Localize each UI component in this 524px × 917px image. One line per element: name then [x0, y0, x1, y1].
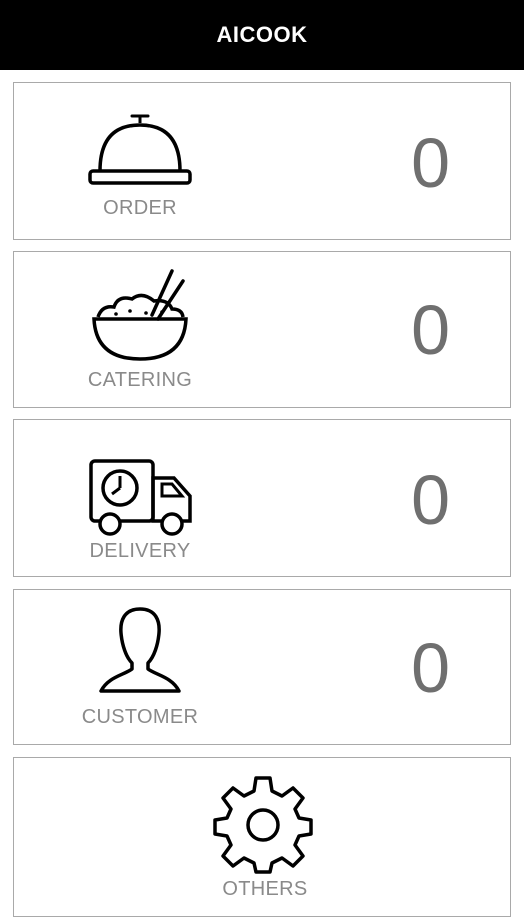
- customer-count: 0: [411, 629, 450, 707]
- order-label: ORDER: [103, 197, 177, 219]
- delivery-count: 0: [411, 461, 450, 539]
- delivery-card[interactable]: DELIVERY 0: [13, 419, 511, 577]
- others-label: OTHERS: [222, 878, 308, 900]
- delivery-label: DELIVERY: [89, 540, 191, 562]
- customer-label: CUSTOMER: [81, 706, 199, 728]
- cloche-icon: [88, 113, 192, 187]
- others-card[interactable]: OTHERS: [13, 757, 511, 917]
- person-icon: [96, 605, 184, 697]
- delivery-truck-icon: [88, 458, 194, 538]
- order-count: 0: [411, 124, 450, 202]
- order-card[interactable]: ORDER 0: [13, 82, 511, 240]
- app-header: AICOOK: [0, 0, 524, 70]
- app-title: AICOOK: [216, 22, 308, 47]
- catering-label: CATERING: [87, 369, 193, 391]
- gear-icon: [213, 774, 313, 874]
- catering-card[interactable]: CATERING 0: [13, 251, 511, 408]
- rice-bowl-icon: [88, 267, 192, 363]
- customer-card[interactable]: CUSTOMER 0: [13, 589, 511, 745]
- catering-count: 0: [411, 291, 450, 369]
